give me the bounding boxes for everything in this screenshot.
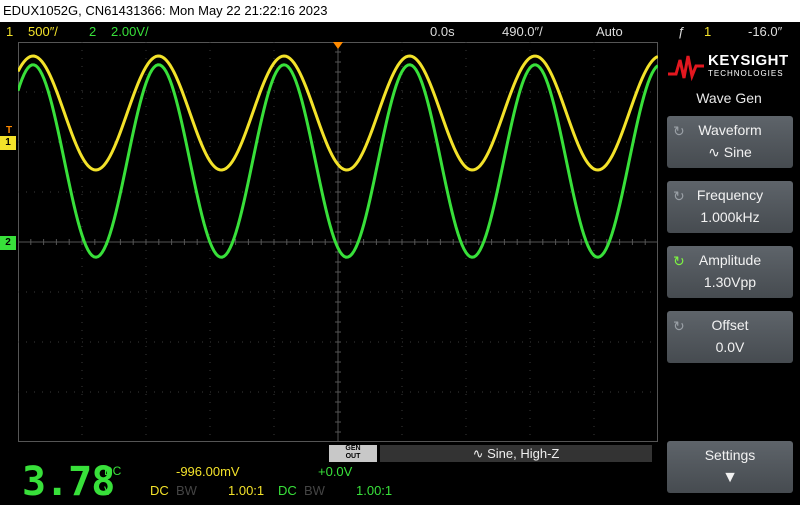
keysight-wave-icon [668,55,704,82]
frequency-value: 1.000kHz [700,209,760,225]
waveform-display[interactable] [18,42,658,442]
ch1-probe: 1.00:1 [228,483,265,498]
meter-unit: V [104,484,113,498]
offset-softkey[interactable]: ↻ Offset 0.0V [667,311,793,363]
wavegen-status: ∿ Sine, High-Z [380,445,652,462]
waveform-softkey[interactable]: ↻ Waveform ∿ Sine [667,116,793,168]
window-title: EDUX1052G, CN61431366: Mon May 22 21:22:… [3,3,328,18]
amplitude-value: 1.30Vpp [703,274,757,290]
frequency-label: Frequency [696,187,764,203]
horizontal-delay[interactable]: 0.0s [430,22,455,42]
ch2-number[interactable]: 2 [89,22,96,42]
frequency-softkey[interactable]: ↻ Frequency 1.000kHz [667,181,793,233]
settings-label: Settings [704,447,756,463]
menu-title: Wave Gen [696,90,762,106]
waveform-value: ∿ Sine [708,144,752,160]
ch1-bw-limit: BW [176,483,197,498]
gen-out-line1: GEN [345,445,361,452]
trigger-source[interactable]: 1 [704,22,711,42]
status-bar: 1 500″/ 2 2.00V/ 0.0s 490.0″/ Auto ƒ 1 -… [0,22,800,42]
gen-out-line2: OUT [345,453,361,460]
ch1-coupling: DC [150,483,169,498]
waveform-plot [18,42,658,442]
waveform-label: Waveform [698,122,762,138]
ch2-bw-limit: BW [304,483,325,498]
amplitude-label: Amplitude [698,252,762,268]
ch2-scale[interactable]: 2.00V/ [111,22,149,42]
ch2-coupling: DC [278,483,297,498]
title-bar: EDUX1052G, CN61431366: Mon May 22 21:22:… [0,0,800,22]
softkey-panel: KEYSIGHT TECHNOLOGIES Wave Gen ↻ Wavefor… [658,42,800,503]
ch2-probe: 1.00:1 [356,483,393,498]
offset-label: Offset [711,317,749,333]
timebase-scale[interactable]: 490.0″/ [502,22,543,42]
bottom-status-bar: GEN OUT ∿ Sine, High-Z 3.78 DC V -996.00… [0,442,658,503]
meter-readout: 3.78 [22,459,115,505]
ch1-offset: -996.00mV [176,464,240,479]
settings-softkey[interactable]: Settings ▼ [667,441,793,493]
ch1-scale[interactable]: 500″/ [28,22,58,42]
ch1-ground-marker[interactable]: 1 [0,136,16,150]
brand-name: KEYSIGHT [708,52,789,69]
gen-out-indicator[interactable]: GEN OUT [329,445,377,462]
trigger-edge-icon: ƒ [678,24,686,39]
ch2-ground-marker[interactable]: 2 [0,236,16,250]
arrow-down-icon: ▼ [722,469,738,486]
ch1-number[interactable]: 1 [6,22,13,42]
trigger-level[interactable]: -16.0″ [748,22,782,42]
offset-value: 0.0V [715,339,745,355]
meter-coupling: DC [104,464,122,478]
trigger-position-icon [333,42,343,49]
amplitude-softkey[interactable]: ↻ Amplitude 1.30Vpp [667,246,793,298]
brand-subtitle: TECHNOLOGIES [708,69,784,78]
ch2-offset: +0.0V [318,464,353,479]
keysight-logo: KEYSIGHT TECHNOLOGIES [666,46,796,88]
trigger-mode[interactable]: Auto [596,22,623,42]
